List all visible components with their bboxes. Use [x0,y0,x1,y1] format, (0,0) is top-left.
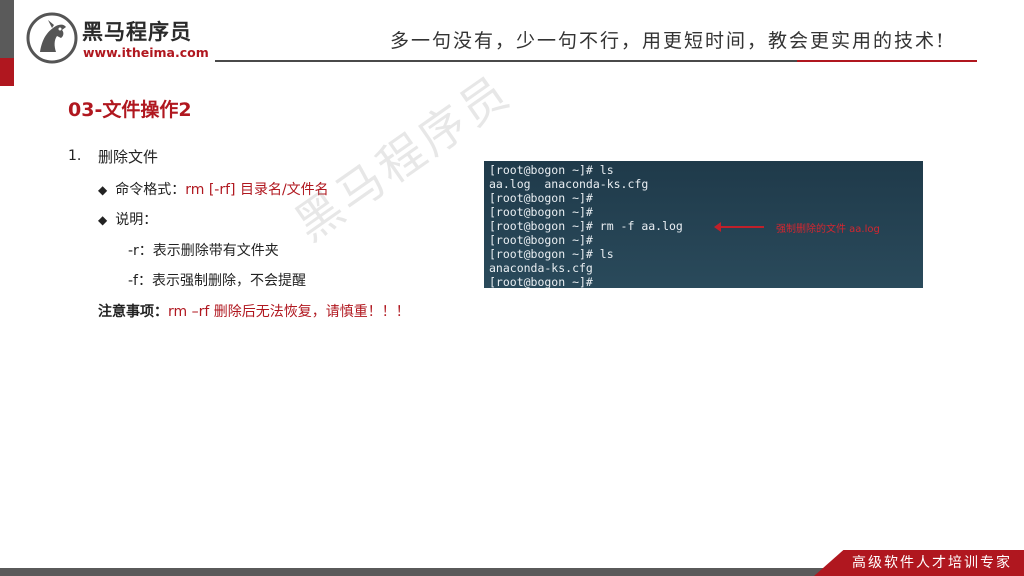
explanation-label: 说明： [115,212,158,228]
horse-logo-icon [26,12,78,64]
command-format-label: 命令格式： [115,182,186,198]
warning-note-value: rm –rf 删除后无法恢复，请慎重！！！ [168,304,410,320]
header-slogan: 多一句没有，少一句不行，用更短时间，教会更实用的技术! [390,30,946,52]
explanation-line: ◆ 说明： [98,209,157,229]
brand-logo: 黑马程序员 www.itheima.com [26,12,226,64]
terminal-annotation: 强制删除的文件 aa.log [776,224,880,235]
slide-title: 03-文件操作2 [68,99,192,121]
warning-note: 注意事项：rm –rf 删除后无法恢复，请慎重！！！ [98,301,410,321]
list-item-title: 删除文件 [98,148,159,166]
left-accent-bar-red [0,58,14,86]
brand-url: www.itheima.com [83,45,209,60]
left-accent-bar-gray [0,0,14,58]
arrow-left-icon [714,222,764,232]
warning-note-label: 注意事项： [98,304,168,320]
brand-name: 黑马程序员 [82,20,192,44]
terminal-line: [root@bogon ~]# [489,191,593,205]
diamond-bullet-icon: ◆ [98,183,108,197]
terminal-line: [root@bogon ~]# [489,205,593,219]
terminal-line: [root@bogon ~]# ls [489,163,614,177]
terminal-line: [root@bogon ~]# [489,275,593,288]
command-format-line: ◆ 命令格式：rm [-rf] 目录名/文件名 [98,179,329,199]
terminal-screenshot: [root@bogon ~]# ls aa.log anaconda-ks.cf… [484,161,923,288]
list-item-number: 1. [68,148,81,164]
terminal-line: aa.log anaconda-ks.cfg [489,177,649,191]
option-f-text: -f：表示强制删除，不会提醒 [128,273,306,289]
terminal-line: [root@bogon ~]# ls [489,247,614,261]
terminal-line: anaconda-ks.cfg [489,261,593,275]
option-r-text: -r：表示删除带有文件夹 [128,243,279,259]
header-divider-accent [797,60,977,62]
command-format-value: rm [-rf] 目录名/文件名 [185,182,329,198]
footer-slogan: 高级软件人才培训专家 [852,555,1012,571]
terminal-line: [root@bogon ~]# rm -f aa.log [489,219,683,233]
item-number: 1. [68,148,82,164]
diamond-bullet-icon: ◆ [98,213,108,227]
terminal-line: [root@bogon ~]# [489,233,593,247]
